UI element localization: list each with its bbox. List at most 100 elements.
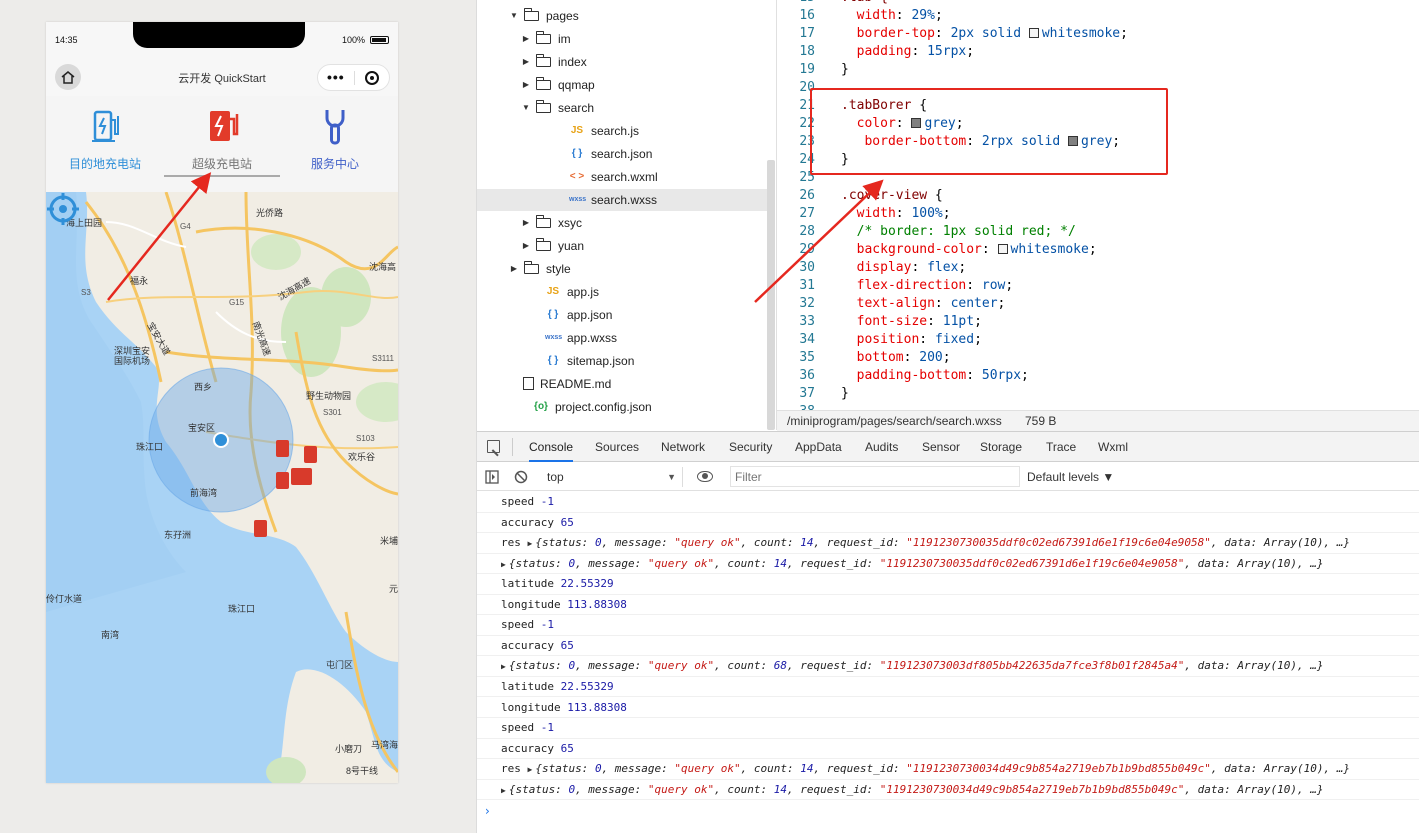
line-number: 36: [799, 368, 815, 383]
expand-triangle-icon[interactable]: ▶: [501, 560, 506, 569]
color-swatch[interactable]: [1028, 28, 1039, 38]
color-swatch[interactable]: [997, 244, 1008, 254]
file-tree-item[interactable]: ▶ qqmap: [477, 74, 767, 96]
code-token: position: [841, 332, 920, 347]
code-token: fixed: [934, 332, 975, 347]
expand-triangle-icon[interactable]: ▶: [501, 786, 506, 795]
console-log-row[interactable]: speed -1: [477, 718, 1419, 739]
console-log-row[interactable]: accuracy 65: [477, 513, 1419, 534]
code-token: bottom: [841, 350, 904, 365]
tab-super-charger[interactable]: 超级充电站: [163, 106, 281, 177]
console-log-row[interactable]: speed -1: [477, 615, 1419, 636]
chevron-right-icon[interactable]: ▶: [521, 74, 531, 96]
file-name: project.config.json: [555, 400, 652, 414]
battery-percent: 100%: [342, 35, 366, 45]
code-token: :: [911, 44, 928, 59]
code-line: 32 text-align: center;: [777, 295, 1005, 313]
folder-icon: [536, 31, 551, 44]
tab-console[interactable]: Console: [529, 432, 574, 462]
file-tree-item[interactable]: ▼ search: [477, 97, 767, 119]
file-tree-item[interactable]: { } app.json: [477, 304, 767, 326]
console-log-row[interactable]: accuracy 65: [477, 739, 1419, 760]
file-tree-item[interactable]: < > search.wxml: [477, 166, 767, 188]
chevron-right-icon[interactable]: ▶: [521, 212, 531, 234]
context-selector[interactable]: top ▼: [539, 467, 683, 487]
file-tree-item[interactable]: JS search.js: [477, 120, 767, 142]
tab-storage[interactable]: Storage: [980, 432, 1022, 462]
console-log-row[interactable]: longitude 113.88308: [477, 698, 1419, 718]
file-tree-item[interactable]: wxss app.wxss: [477, 327, 767, 349]
line-number: 35: [799, 350, 815, 365]
code-editor[interactable]: 15.tab {16 width: 29%;17 border-top: 2px…: [777, 0, 1419, 410]
file-tree-item[interactable]: README.md: [477, 373, 767, 395]
console-filter-input[interactable]: [730, 466, 1020, 487]
tab-wxml[interactable]: Wxml: [1098, 432, 1128, 462]
file-tree-item[interactable]: ▶ xsyc: [477, 212, 767, 234]
chevron-right-icon[interactable]: ▶: [521, 51, 531, 73]
tab-network[interactable]: Network: [661, 432, 705, 462]
console-log-row[interactable]: ▶ {status: 0, message: "query ok", count:…: [477, 780, 1419, 801]
live-expression-eye-icon[interactable]: [697, 471, 713, 482]
tab-sensor[interactable]: Sensor: [922, 432, 960, 462]
tab-service-center[interactable]: 服务中心: [276, 106, 394, 176]
file-tree-item[interactable]: ▼ pages: [477, 5, 767, 27]
file-tree-item[interactable]: { } search.json: [477, 143, 767, 165]
console-log-row[interactable]: res ▶ {status: 0, message: "query ok", co…: [477, 759, 1419, 780]
expand-triangle-icon[interactable]: ▶: [501, 662, 506, 671]
log-levels-dropdown[interactable]: Default levels ▼: [1027, 467, 1114, 487]
code-token: :: [903, 350, 920, 365]
code-token: ;: [966, 44, 975, 59]
console-log-row[interactable]: ▶ {status: 0, message: "query ok", count:…: [477, 554, 1419, 575]
mini-program-navbar: 云开发 QuickStart •••: [46, 60, 398, 96]
map-label: 东孖洲: [164, 530, 192, 540]
console-log-row[interactable]: longitude 113.88308: [477, 595, 1419, 616]
tab-trace[interactable]: Trace: [1046, 432, 1076, 462]
code-token: {: [927, 188, 943, 203]
map-label: 光侨路: [256, 208, 284, 218]
chevron-right-icon[interactable]: ▶: [521, 28, 531, 50]
file-name: search.json: [591, 147, 653, 161]
explorer-scrollbar[interactable]: [767, 160, 775, 430]
chevron-right-icon[interactable]: ▶: [509, 258, 519, 280]
file-tree-item[interactable]: ▶ yuan: [477, 235, 767, 257]
file-tree-item[interactable]: {o} project.config.json: [477, 396, 767, 418]
console-log-row[interactable]: accuracy 65: [477, 636, 1419, 657]
code-token: 15rpx: [927, 44, 967, 59]
tab-sources[interactable]: Sources: [595, 432, 639, 462]
map-view[interactable]: 海上田园 福永 光侨路 沈海高 沈海高速 深圳宝安国际机场 南光高速 西乡 野生…: [46, 192, 398, 783]
tab-audits[interactable]: Audits: [865, 432, 898, 462]
file-tree-item[interactable]: ▶ im: [477, 28, 767, 50]
devtools-tabbar: Console Sources Network Security AppData Audi…: [477, 432, 1419, 462]
map-road-label: S301: [323, 408, 342, 417]
console-prompt[interactable]: ›: [485, 804, 490, 818]
log-message: res ▶ {status: 0, message: "query ok", co…: [501, 536, 1350, 550]
file-tree-item[interactable]: wxss search.wxss: [477, 189, 767, 211]
line-number: 34: [799, 332, 815, 347]
code-line: 15 .tab {: [777, 0, 888, 7]
chevron-down-icon[interactable]: ▼: [509, 5, 519, 27]
console-log-row[interactable]: speed -1: [477, 492, 1419, 513]
locate-me-button[interactable]: [46, 192, 80, 226]
chevron-down-icon[interactable]: ▼: [521, 97, 531, 119]
expand-triangle-icon[interactable]: ▶: [528, 539, 533, 548]
more-button[interactable]: •••: [327, 69, 345, 85]
line-number: 32: [799, 296, 815, 311]
sidebar-toggle-icon[interactable]: [485, 470, 499, 484]
console-log-row[interactable]: latitude 22.55329: [477, 677, 1419, 698]
console-log-row[interactable]: latitude 22.55329: [477, 574, 1419, 595]
file-tree-item[interactable]: { } sitemap.json: [477, 350, 767, 372]
file-tree-item[interactable]: ▶ style: [477, 258, 767, 280]
file-tree-item[interactable]: JS app.js: [477, 281, 767, 303]
expand-triangle-icon[interactable]: ▶: [528, 765, 533, 774]
tab-destination-charging[interactable]: 目的地充电站: [46, 106, 164, 176]
tab-appdata[interactable]: AppData: [795, 432, 842, 462]
console-log-row[interactable]: res ▶ {status: 0, message: "query ok", co…: [477, 533, 1419, 554]
console-log-row[interactable]: ▶ {status: 0, message: "query ok", count:…: [477, 656, 1419, 677]
inspect-element-icon[interactable]: [487, 440, 500, 453]
file-tree-item[interactable]: ▶ index: [477, 51, 767, 73]
close-miniprogram-button[interactable]: [365, 71, 379, 85]
tab-security[interactable]: Security: [729, 432, 772, 462]
chevron-right-icon[interactable]: ▶: [521, 235, 531, 257]
clear-console-icon[interactable]: [514, 470, 528, 484]
folder-icon: [536, 215, 551, 228]
